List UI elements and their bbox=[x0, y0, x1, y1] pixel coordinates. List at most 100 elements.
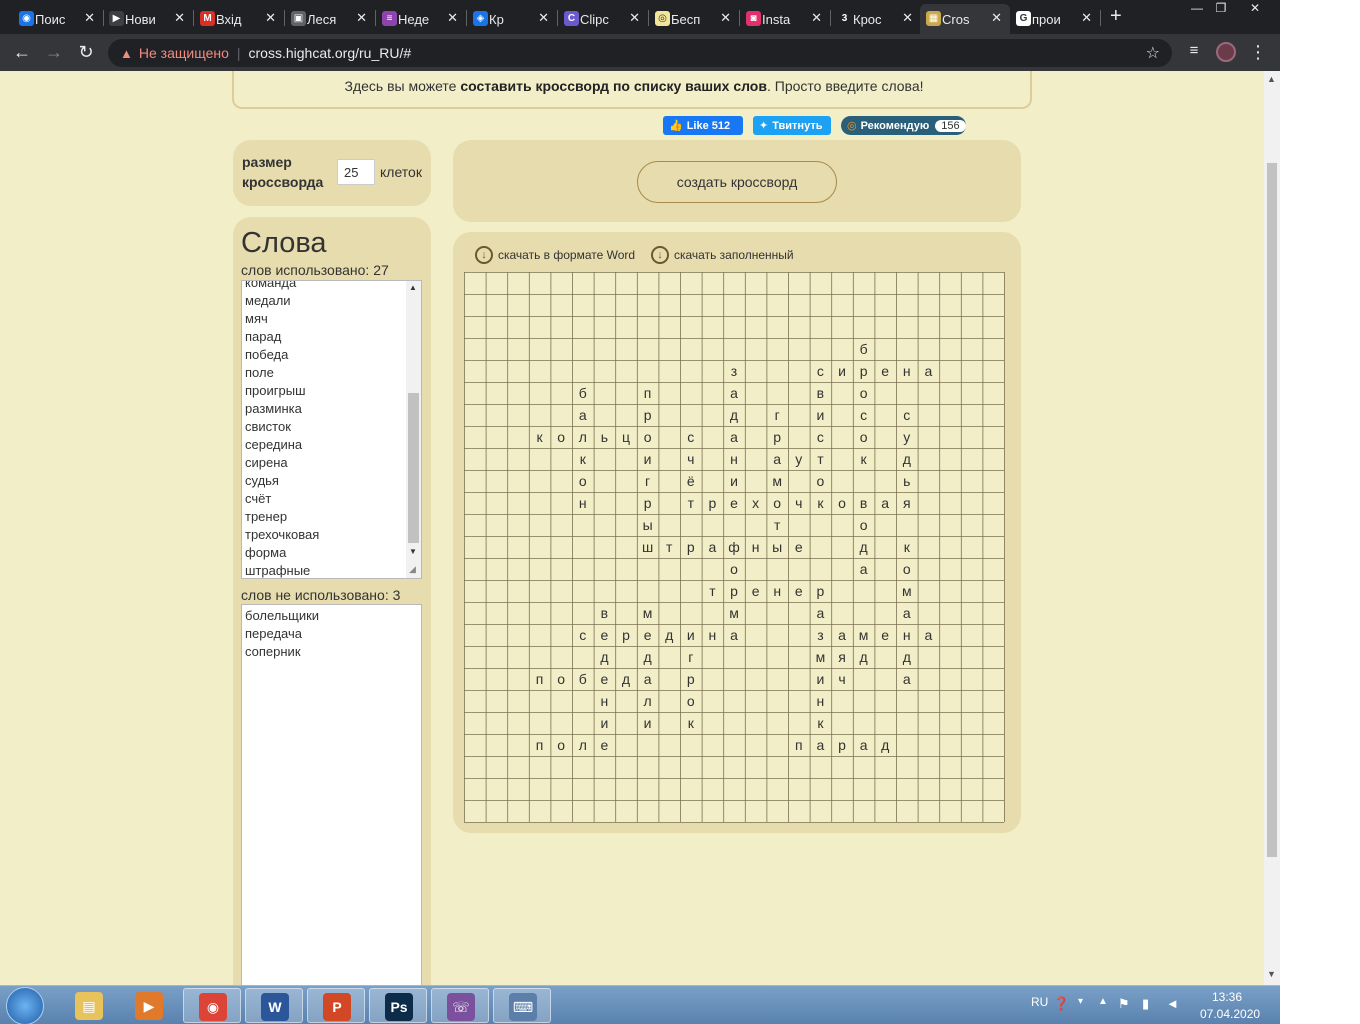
used-word: медали bbox=[245, 293, 291, 308]
grid-letter: с bbox=[579, 627, 586, 643]
facebook-like-button[interactable]: 👍 Like 512 bbox=[663, 116, 743, 135]
scroll-up-icon[interactable]: ▲ bbox=[409, 283, 417, 292]
browser-tab[interactable]: 3 Крос ✕ bbox=[831, 4, 921, 34]
page-scroll-up-icon[interactable]: ▲ bbox=[1267, 74, 1276, 84]
grid-letter: и bbox=[816, 671, 824, 687]
grid-letter: з bbox=[817, 627, 823, 643]
grid-letter: п bbox=[795, 737, 803, 753]
tab-close-icon[interactable]: ✕ bbox=[1081, 10, 1092, 26]
recommend-button[interactable]: ◎ Рекомендую 156 bbox=[841, 116, 966, 135]
url-text[interactable]: cross.highcat.org/ru_RU/# bbox=[249, 45, 412, 61]
resize-grip-icon[interactable]: ◢ bbox=[409, 564, 416, 575]
used-words-scrollbar[interactable]: ▲ ▼ ◢ bbox=[406, 281, 421, 578]
browser-tab[interactable]: ≡ Неде ✕ bbox=[376, 4, 466, 34]
help-icon[interactable]: ❓ bbox=[1053, 996, 1069, 1012]
tab-close-icon[interactable]: ✕ bbox=[720, 10, 731, 26]
forward-arrow-icon[interactable]: → bbox=[44, 42, 64, 63]
tab-close-icon[interactable]: ✕ bbox=[991, 10, 1002, 26]
network-icon[interactable]: ▮ bbox=[1142, 996, 1149, 1012]
taskbar-chrome-button[interactable]: ◉ bbox=[183, 988, 241, 1023]
close-window-button[interactable]: ✕ bbox=[1240, 0, 1270, 18]
browser-tab[interactable]: ▦ Cros ✕ bbox=[920, 4, 1010, 34]
bookmark-star-icon[interactable]: ☆ bbox=[1146, 43, 1160, 63]
grid-letter: и bbox=[730, 473, 738, 489]
size-input[interactable] bbox=[337, 159, 375, 185]
tweet-button[interactable]: ✦ Твитнуть bbox=[753, 116, 831, 135]
action-center-icon[interactable]: ⚑ bbox=[1118, 996, 1130, 1012]
show-hidden-icons-icon[interactable]: ▲ bbox=[1098, 996, 1108, 1007]
tray-options-icon[interactable]: ▾ bbox=[1078, 996, 1083, 1007]
unused-words-textarea[interactable]: болельщики передача соперник bbox=[241, 604, 422, 985]
clock-date[interactable]: 07.04.2020 bbox=[1200, 1007, 1260, 1021]
taskbar-media-button[interactable]: ▶ bbox=[120, 988, 178, 1023]
scroll-down-icon[interactable]: ▼ bbox=[409, 547, 417, 556]
grid-letter: к bbox=[904, 539, 911, 555]
tab-close-icon[interactable]: ✕ bbox=[84, 10, 95, 26]
grid-letter: а bbox=[838, 627, 846, 643]
taskbar-photoshop-button[interactable]: Ps bbox=[369, 988, 427, 1023]
tab-favicon-icon: ◉ bbox=[19, 11, 34, 26]
page-scroll-down-icon[interactable]: ▼ bbox=[1267, 969, 1276, 979]
used-words-scroll-thumb[interactable] bbox=[408, 393, 419, 543]
address-bar[interactable]: ▲ Не защищено | cross.highcat.org/ru_RU/… bbox=[108, 39, 1172, 67]
tab-close-icon[interactable]: ✕ bbox=[811, 10, 822, 26]
tab-close-icon[interactable]: ✕ bbox=[538, 10, 549, 26]
security-label[interactable]: Не защищено bbox=[139, 45, 229, 61]
grid-letter: д bbox=[903, 451, 911, 467]
restore-button[interactable]: ❐ bbox=[1206, 0, 1236, 18]
grid-letter: е bbox=[795, 583, 803, 599]
create-crossword-button[interactable]: создать кроссворд bbox=[637, 161, 837, 203]
grid-letter: р bbox=[644, 407, 652, 423]
browser-tab[interactable]: M Вхід ✕ bbox=[194, 4, 284, 34]
tab-close-icon[interactable]: ✕ bbox=[174, 10, 185, 26]
tab-close-icon[interactable]: ✕ bbox=[265, 10, 276, 26]
start-button[interactable] bbox=[6, 987, 44, 1024]
reload-icon[interactable]: ↻ bbox=[76, 42, 96, 63]
language-indicator[interactable]: RU bbox=[1031, 995, 1048, 1009]
volume-icon[interactable]: ◄ bbox=[1166, 996, 1179, 1011]
page-scroll-thumb[interactable] bbox=[1267, 163, 1277, 857]
taskbar-word-button[interactable]: W bbox=[245, 988, 303, 1023]
browser-tab[interactable]: ◈ Кр ✕ bbox=[467, 4, 557, 34]
new-tab-button[interactable]: + bbox=[1110, 5, 1122, 28]
menu-dots-icon[interactable]: ⋮ bbox=[1248, 42, 1268, 63]
back-arrow-icon[interactable]: ← bbox=[12, 42, 32, 63]
tab-label: Cros bbox=[942, 11, 970, 27]
download-word-link[interactable]: ↓ скачать в формате Word bbox=[475, 246, 635, 264]
page-scrollbar[interactable]: ▲ ▼ bbox=[1264, 71, 1280, 985]
grid-letter: е bbox=[881, 627, 889, 643]
ok-logo-icon: ◎ bbox=[847, 120, 857, 132]
profile-avatar[interactable] bbox=[1216, 42, 1236, 62]
warning-icon[interactable]: ▲ bbox=[120, 46, 133, 61]
taskbar-keyboard-button[interactable]: ⌨ bbox=[493, 988, 551, 1023]
grid-letter: с bbox=[687, 429, 694, 445]
grid-letter: д bbox=[730, 407, 738, 423]
taskbar-viber-button[interactable]: ☏ bbox=[431, 988, 489, 1023]
used-words-textarea[interactable]: команда медали мяч парад победа поле проигрыш р… bbox=[241, 280, 422, 579]
browser-tab[interactable]: ◉ Поис ✕ bbox=[13, 4, 103, 34]
download-filled-link[interactable]: ↓ скачать заполненный bbox=[651, 246, 794, 264]
grid-letter: в bbox=[860, 495, 867, 511]
tab-close-icon[interactable]: ✕ bbox=[902, 10, 913, 26]
browser-tab[interactable]: ▶ Нови ✕ bbox=[103, 4, 193, 34]
browser-tab[interactable]: Gпрои ✕ bbox=[1010, 4, 1100, 34]
grid-letter: а bbox=[860, 561, 868, 577]
tab-close-icon[interactable]: ✕ bbox=[356, 10, 367, 26]
grid-letter: е bbox=[752, 583, 760, 599]
grid-letter: д bbox=[860, 649, 868, 665]
taskbar-powerpoint-button[interactable]: P bbox=[307, 988, 365, 1023]
grid-letter: р bbox=[687, 671, 695, 687]
browser-tab[interactable]: ◎ Бесп ✕ bbox=[649, 4, 739, 34]
tab-close-icon[interactable]: ✕ bbox=[629, 10, 640, 26]
browser-tab[interactable]: C Clipc ✕ bbox=[558, 4, 648, 34]
media-queue-icon[interactable]: ≡ bbox=[1184, 42, 1204, 59]
taskbar-explorer-button[interactable]: ▤ bbox=[60, 988, 118, 1023]
browser-tab[interactable]: ▣ Леся ✕ bbox=[285, 4, 375, 34]
grid-letter: н bbox=[903, 363, 911, 379]
grid-letter: е bbox=[795, 539, 803, 555]
size-unit: клеток bbox=[380, 164, 422, 180]
clock-time[interactable]: 13:36 bbox=[1212, 990, 1242, 1004]
browser-tab[interactable]: ◙ Insta ✕ bbox=[740, 4, 830, 34]
crossword-grid[interactable]: бз с и р е н аб п а в оа р д г и с ск о л ь ц о с а р с о ук и ч н а у т к… bbox=[464, 272, 1005, 823]
tab-close-icon[interactable]: ✕ bbox=[447, 10, 458, 26]
